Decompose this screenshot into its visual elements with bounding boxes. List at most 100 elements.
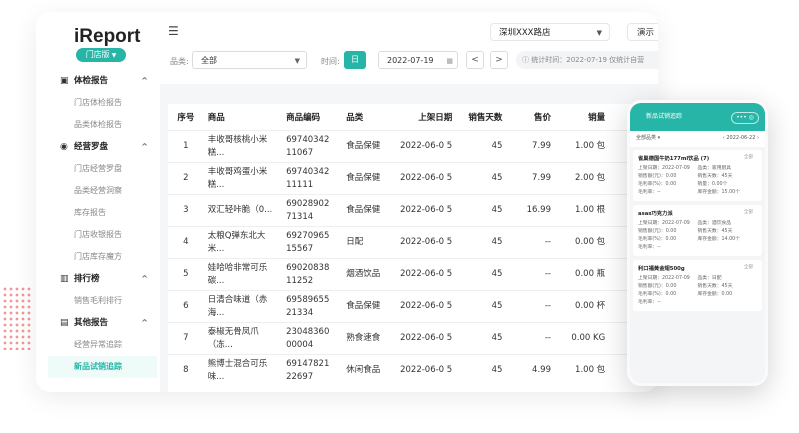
- mobile-card-row: 上架日期：2022-07-09 品类：家用厨具: [638, 165, 757, 173]
- mobile-card-row: 上架日期：2022-07-09 品类：日配: [638, 275, 757, 283]
- table-cell: 45: [456, 162, 507, 195]
- mobile-card-field: [698, 299, 758, 307]
- sidebar-group[interactable]: ▤ 其他报告 ^: [36, 312, 160, 334]
- table-cell: 泰椒无骨凤爪（冻...: [203, 322, 283, 355]
- mobile-card-field: 品类：酒饮食品: [697, 221, 732, 226]
- time-label: 时间:: [321, 57, 340, 66]
- table-cell: 2022-06-0 5: [396, 162, 457, 195]
- table-cell: 69740342 11067: [282, 130, 343, 163]
- prev-date-button[interactable]: <: [466, 51, 484, 69]
- table-row[interactable]: 4 太粮Q弹东北大米... 69270965 15567 日配 2022-06-0 54…: [168, 226, 658, 259]
- table-cell: 太粮Q弹东北大米...: [203, 226, 283, 259]
- chevron-down-icon: ▾: [657, 135, 661, 141]
- column-header: 序号: [177, 113, 195, 123]
- table-cell: 2022-06-0 5: [396, 290, 457, 323]
- table-cell: 0.00 杯: [554, 290, 610, 323]
- mobile-card-title: 雀巢德国牛奶177ml饮品 (7): [638, 156, 710, 162]
- sidebar-item[interactable]: 门店库存魔方: [36, 246, 160, 268]
- sidebar-item[interactable]: 新品试销追踪: [48, 356, 157, 378]
- demo-button[interactable]: 演示: [627, 23, 658, 41]
- table-cell: 2022-06-0 5: [396, 226, 457, 259]
- sidebar-item[interactable]: 门店经营罗盘: [36, 158, 160, 180]
- table-cell: 1.00 根: [554, 194, 610, 227]
- table-cell: 丰收哥核桃小米糕...: [203, 130, 283, 163]
- sidebar-item[interactable]: 库存报告: [36, 202, 160, 224]
- day-button[interactable]: 日: [344, 51, 366, 69]
- table-row[interactable]: 8 熊博士混合可乐味... 69147821 22697 休闲食品 2022-06-0 …: [168, 354, 658, 386]
- mobile-card-field: 品类：家用厨具: [697, 166, 732, 171]
- mobile-card-row: 毛利率：--: [638, 244, 757, 252]
- mobile-card[interactable]: asas巧克力派 全部 上架日期：2022-07-09 品类：酒饮食品 销售额(元)：0…: [633, 205, 762, 256]
- table-row[interactable]: 7 泰椒无骨凤爪（冻... 23048360 00004 熟食速食 2022-06-0 …: [168, 322, 658, 355]
- mobile-card-field: 销量：0.00个: [697, 182, 728, 187]
- bar-chart-icon: ▥: [60, 274, 69, 284]
- mobile-card-row: 销售额(元)：0.00 销售天数：45天: [638, 173, 757, 181]
- store-select[interactable]: 深圳XXX路店 ▼: [490, 23, 610, 41]
- column-header: 上架日期: [418, 113, 453, 123]
- stat-info: ⓘ 统计时间：2022-07-19 仅统计自营: [516, 51, 658, 69]
- category-select[interactable]: 全部 ▼: [192, 51, 307, 69]
- compass-icon: ◉: [60, 142, 68, 152]
- table-cell: 69270965 15567: [282, 226, 343, 259]
- table-row[interactable]: 5 娃哈哈非常可乐碳... 69020838 11252 烟酒饮品 2022-06-0 …: [168, 258, 658, 291]
- menu-toggle-icon[interactable]: ☰: [168, 24, 179, 38]
- table-cell: 休闲食品: [342, 354, 397, 386]
- table-cell: 45: [456, 322, 507, 355]
- table-body: 1 丰收哥核桃小米糕... 69740342 11067 食品保健 2022-06-0 …: [168, 130, 658, 386]
- version-switch[interactable]: 门店版 ▼: [76, 48, 126, 62]
- table-cell: 45: [456, 194, 507, 227]
- mobile-card-field: 毛利率(%)：0.00: [638, 182, 677, 187]
- column-header: 商品: [207, 113, 225, 123]
- table-cell: 2022-06-0 5: [396, 354, 457, 386]
- table-cell: --: [506, 322, 555, 355]
- sidebar-group[interactable]: ◉ 经营罗盘 ^: [36, 136, 160, 158]
- sidebar-item[interactable]: 经营异常追踪: [36, 334, 160, 356]
- mobile-date-filter[interactable]: ‹ 2022-06-22 ›: [723, 131, 759, 145]
- table-row[interactable]: 2 丰收哥鸡蛋小米糕... 69740342 11111 食品保健 2022-06-0 …: [168, 162, 658, 195]
- more-options-icon[interactable]: ••• ◎: [731, 112, 759, 124]
- chevron-up-icon: ^: [141, 76, 148, 85]
- sidebar-group[interactable]: ▥ 排行榜 ^: [36, 268, 160, 290]
- mobile-card-field: 销售天数：45天: [697, 174, 733, 179]
- mobile-card-field: 销售天数：45天: [697, 284, 733, 289]
- mobile-card-field: 毛利率：--: [638, 300, 661, 305]
- decorative-dots: [2, 286, 32, 350]
- mobile-card-tag: 全部: [744, 265, 753, 270]
- next-date-button[interactable]: >: [490, 51, 508, 69]
- column-header: 品类: [346, 113, 364, 123]
- mobile-card-field: 毛利率：--: [638, 245, 661, 250]
- sidebar-item[interactable]: 品类经营洞察: [36, 180, 160, 202]
- mobile-preview: 新品试销追踪 ••• ◎ 全部品类 ▾ ‹ 2022-06-22 › 雀巢德国牛…: [627, 100, 768, 386]
- table-row[interactable]: 6 日清合味道（赤海... 69589655 21334 食品保健 2022-06-0 …: [168, 290, 658, 323]
- sidebar-group[interactable]: ▣ 体检报告 ^: [36, 70, 160, 92]
- sidebar-item[interactable]: 门店收银报告: [36, 224, 160, 246]
- mobile-card-row: 毛利率：--: [638, 299, 757, 307]
- sidebar-item[interactable]: 品类体检报告: [36, 114, 160, 136]
- table-row[interactable]: 1 丰收哥核桃小米糕... 69740342 11067 食品保健 2022-06-0 …: [168, 130, 658, 163]
- app-logo: iReport: [74, 26, 141, 47]
- mobile-card[interactable]: 雀巢德国牛奶177ml饮品 (7) 全部 上架日期：2022-07-09 品类：家用厨…: [633, 150, 762, 201]
- mobile-card-row: 毛利率(%)：0.00 库存金额：0.00: [638, 291, 757, 299]
- table-cell: 45: [456, 130, 507, 163]
- info-icon: ⓘ: [522, 56, 532, 64]
- mobile-card[interactable]: 利口福黄金翅500g 全部 上架日期：2022-07-09 品类：日配 销售额(元)：0…: [633, 260, 762, 311]
- calendar-icon: ▦: [446, 57, 453, 65]
- mobile-card-field: 毛利率(%)：0.00: [638, 237, 677, 242]
- table-cell: 娃哈哈非常可乐碳...: [203, 258, 283, 291]
- caret-down-icon: ▼: [111, 52, 117, 59]
- date-picker[interactable]: 2022-07-19 ▦: [378, 51, 458, 69]
- mobile-card-title: asas巧克力派: [638, 211, 673, 217]
- mobile-card-field: 销售额(元)：0.00: [638, 229, 677, 234]
- sidebar-item[interactable]: 销售毛利排行: [36, 290, 160, 312]
- mobile-title: 新品试销追踪: [646, 113, 683, 120]
- sidebar-item[interactable]: 门店体检报告: [36, 92, 160, 114]
- table-cell: 45: [456, 226, 507, 259]
- table-cell: 69589655 21334: [282, 290, 343, 323]
- date-value: 2022-07-19: [387, 56, 434, 65]
- table-row[interactable]: 3 双汇轻咔脆（0... 69028902 71314 食品保健 2022-06-0 5…: [168, 194, 658, 227]
- table-cell: 0.00 KG: [554, 322, 610, 355]
- mobile-card-row: 上架日期：2022-07-09 品类：酒饮食品: [638, 220, 757, 228]
- mobile-category-filter[interactable]: 全部品类: [636, 135, 656, 141]
- mobile-card-field: 库存金额：0.00: [697, 292, 733, 297]
- sidebar-group-label: 排行榜: [74, 274, 100, 284]
